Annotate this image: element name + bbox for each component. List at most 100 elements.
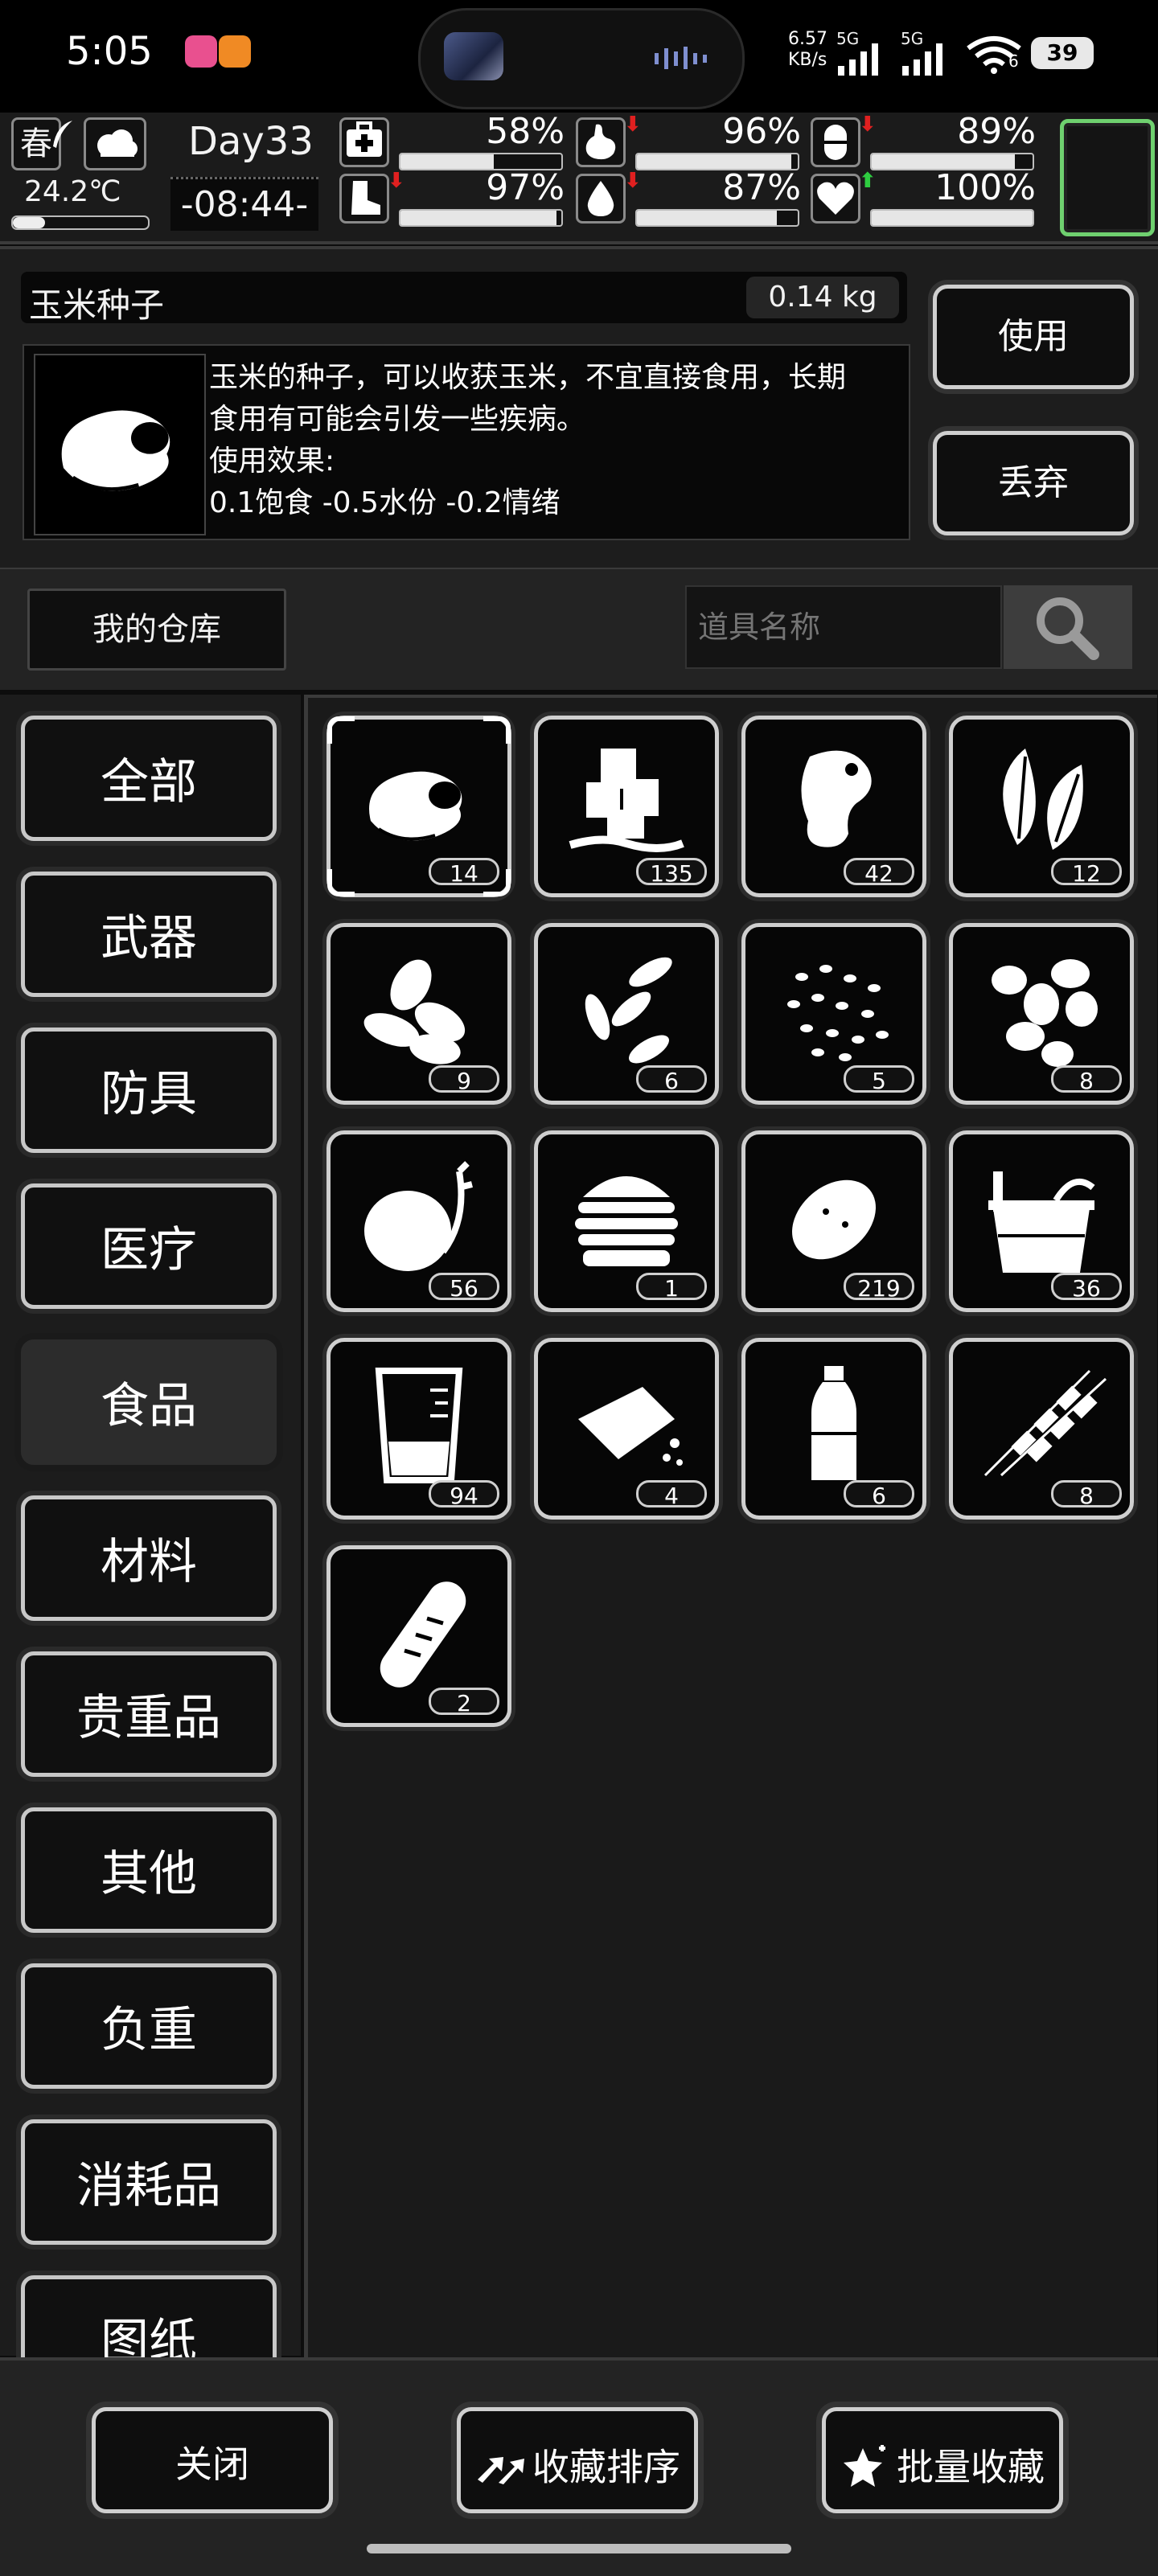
wifi-label: 6 — [1008, 51, 1019, 71]
stat-value: 89% — [957, 111, 1036, 152]
grain-seeds-icon — [787, 965, 889, 1061]
status-time: 5:05 — [66, 29, 153, 74]
item-slot[interactable]: 1 — [534, 1130, 719, 1312]
water-drop-icon — [587, 181, 614, 216]
description-line: 使用效果: — [209, 445, 335, 478]
category-button[interactable]: 防具 — [21, 1028, 277, 1153]
skewers-icon — [983, 1369, 1107, 1477]
stat-value: 100% — [934, 167, 1036, 208]
temperature-value: 24.2℃ — [24, 175, 121, 208]
item-slot[interactable]: 219 — [741, 1130, 926, 1312]
video-app-icon — [219, 35, 251, 68]
item-slot[interactable]: 6 — [534, 923, 719, 1105]
pill-icon — [824, 125, 847, 160]
trend-down-icon: ⬇ — [624, 169, 642, 193]
trend-down-icon: ⬇ — [624, 113, 642, 137]
item-slot[interactable]: 2 — [326, 1545, 511, 1727]
item-slot[interactable]: 6 — [741, 1338, 926, 1520]
discard-button[interactable]: 丢弃 — [933, 431, 1134, 535]
item-slot[interactable]: 5 — [741, 923, 926, 1105]
item-slot[interactable]: 14 — [326, 716, 511, 897]
water-bottle-icon — [811, 1366, 856, 1480]
stat-icon-box — [339, 117, 389, 167]
selection-corner — [483, 869, 511, 896]
audio-wave-icon — [655, 47, 707, 69]
batch-favorite-button[interactable]: 批量收藏 — [822, 2407, 1063, 2513]
burger-icon — [575, 1176, 678, 1266]
stat-icon-box — [576, 117, 626, 167]
item-slot[interactable]: 8 — [949, 1338, 1134, 1520]
category-button[interactable]: 材料 — [21, 1495, 277, 1621]
home-indicator[interactable] — [367, 2544, 791, 2553]
item-slot[interactable]: 56 — [326, 1130, 511, 1312]
beans-icon — [992, 959, 1098, 1067]
network-speed: 6.57 KB/s — [788, 29, 827, 70]
item-name: 玉米种子 — [29, 285, 165, 325]
item-preview — [34, 354, 206, 535]
description-line: 食用有可能会引发一些疾病。 — [209, 403, 586, 436]
trend-down-icon: ⬇ — [859, 113, 877, 137]
trend-down-icon: ⬇ — [388, 169, 405, 193]
app-notification-icon — [185, 35, 217, 68]
close-button[interactable]: 关闭 — [92, 2407, 333, 2513]
item-count: 1 — [636, 1273, 707, 1302]
sort-favorites-button[interactable]: 收藏排序 — [457, 2407, 698, 2513]
search-button[interactable] — [1004, 585, 1132, 669]
stat-icon-box — [811, 117, 860, 167]
category-button[interactable]: 食品 — [21, 1339, 277, 1465]
item-count: 4 — [636, 1480, 707, 1509]
raw-meat-icon — [801, 750, 872, 847]
seeds-icon — [585, 957, 672, 1064]
item-count: 8 — [1051, 1065, 1122, 1094]
item-slot[interactable]: 42 — [741, 716, 926, 897]
description-line: 玉米的种子，可以收获玉米，不宜直接食用，长期 — [209, 361, 847, 394]
item-slot[interactable]: 94 — [326, 1338, 511, 1520]
item-slot[interactable]: 36 — [949, 1130, 1134, 1312]
media-thumbnail — [444, 32, 503, 80]
stat-bar — [399, 209, 563, 227]
item-count: 6 — [636, 1065, 707, 1094]
quick-slot[interactable] — [1060, 119, 1155, 236]
day-counter: Day33 — [188, 119, 314, 164]
ice-cubes-icon — [569, 749, 684, 852]
category-button[interactable]: 医疗 — [21, 1183, 277, 1309]
signal-bars-icon — [838, 43, 878, 76]
selection-corner — [327, 869, 355, 896]
item-slot[interactable]: 9 — [326, 923, 511, 1105]
item-count: 9 — [429, 1065, 499, 1094]
stat-bar-fill — [400, 211, 556, 225]
stat-icon-box — [339, 174, 389, 224]
corn-seed-icon — [61, 410, 170, 491]
item-weight: 0.14 kg — [746, 277, 899, 318]
item-slot[interactable]: 12 — [949, 716, 1134, 897]
category-button[interactable]: 贵重品 — [21, 1651, 277, 1777]
item-slot[interactable]: 135 — [534, 716, 719, 897]
item-slot[interactable]: 4 — [534, 1338, 719, 1520]
stat-bar — [635, 209, 799, 227]
temperature-bar — [11, 215, 150, 230]
hud-stat: ⬇ 97% — [339, 167, 573, 227]
stat-value: 97% — [486, 167, 565, 208]
item-count: 6 — [844, 1480, 914, 1509]
item-slot[interactable]: 8 — [949, 923, 1134, 1105]
stat-icon-box — [811, 174, 860, 224]
heart-icon — [817, 182, 854, 215]
category-button[interactable]: 其他 — [21, 1807, 277, 1933]
boot-icon — [351, 181, 380, 215]
hud-stat: ⬆ 100% — [811, 167, 1044, 227]
item-count: 135 — [636, 858, 707, 887]
item-count: 12 — [1051, 858, 1122, 887]
search-input[interactable] — [685, 585, 1002, 669]
item-count: 42 — [844, 858, 914, 887]
category-button[interactable]: 武器 — [21, 872, 277, 997]
item-count: 219 — [844, 1273, 914, 1302]
tab-my-warehouse[interactable]: 我的仓库 — [27, 589, 286, 671]
bread-piece-icon — [578, 1387, 683, 1466]
stomach-icon — [585, 124, 616, 160]
hud-stat: ⬇ 87% — [576, 167, 809, 227]
category-button[interactable]: 负重 — [21, 1963, 277, 2089]
category-button[interactable]: 消耗品 — [21, 2119, 277, 2245]
item-count: 56 — [429, 1273, 499, 1302]
category-button[interactable]: 全部 — [21, 716, 277, 841]
use-button[interactable]: 使用 — [933, 285, 1134, 389]
